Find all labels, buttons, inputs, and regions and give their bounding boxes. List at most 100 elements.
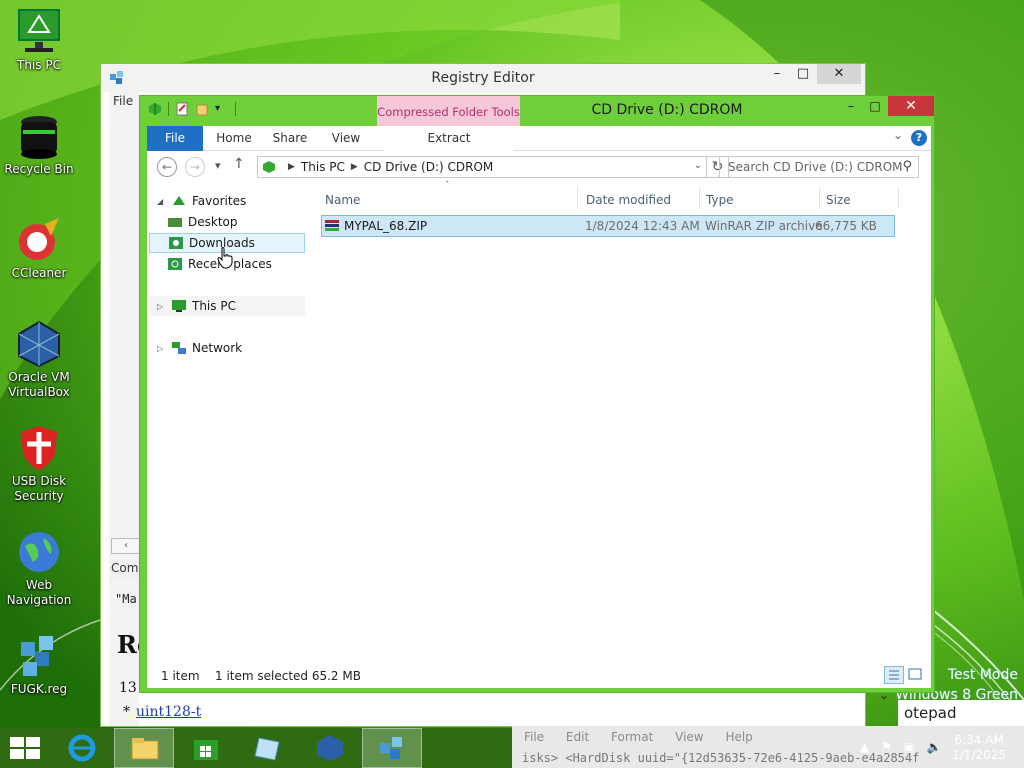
registry-editor-titlebar[interactable]: Registry Editor – □ ✕ <box>101 64 865 92</box>
breadcrumb-separator-icon[interactable]: ▶ <box>351 162 358 172</box>
up-arrow-icon[interactable]: ↑ <box>233 156 245 172</box>
registry-file-icon <box>15 632 63 680</box>
file-name: MYPAL_68.ZIP <box>344 219 428 233</box>
drive-icon <box>262 160 276 174</box>
nav-favorites[interactable]: ◢ Favorites <box>149 191 305 211</box>
nav-network[interactable]: ▷ Network <box>149 338 305 358</box>
recent-places-icon <box>167 256 183 272</box>
search-input[interactable]: Search CD Drive (D:) CDROM ⚲ <box>719 156 919 178</box>
windows-logo-icon <box>10 737 40 759</box>
desktop-icon-virtualbox[interactable]: Oracle VM VirtualBox <box>0 320 81 400</box>
notepad-menu-help[interactable]: Help <box>725 730 752 744</box>
taskbar-store[interactable] <box>176 728 236 768</box>
column-type[interactable]: Type <box>706 185 734 211</box>
notepad-menu-file[interactable]: File <box>524 730 544 744</box>
tab-file[interactable]: File <box>147 126 203 151</box>
column-divider[interactable] <box>699 187 700 209</box>
tab-home[interactable]: Home <box>209 126 259 151</box>
expand-arrow-icon[interactable]: ▷ <box>157 344 167 353</box>
properties-icon[interactable] <box>175 102 189 116</box>
flag-icon[interactable]: ⚑ <box>881 740 896 754</box>
column-divider[interactable] <box>898 187 899 209</box>
chevron-down-icon[interactable]: ⌄ <box>893 128 903 142</box>
zip-archive-icon <box>324 218 340 234</box>
taskbar-internet-explorer[interactable] <box>52 728 112 768</box>
system-tray: ▲ ⚑ ▣ 🔈 6:34 AM 1/1/2025 <box>860 728 1024 768</box>
close-button[interactable]: ✕ <box>817 64 861 84</box>
maximize-button[interactable]: □ <box>789 64 817 84</box>
desktop-icon-this-pc[interactable]: This PC <box>0 8 81 73</box>
taskbar-virtualbox[interactable] <box>300 728 360 768</box>
breadcrumb-separator-icon[interactable]: ▶ <box>288 162 295 172</box>
search-icon[interactable]: ⚲ <box>902 159 912 174</box>
tab-share[interactable]: Share <box>265 126 315 151</box>
large-icons-view-icon[interactable] <box>906 666 926 684</box>
new-folder-icon[interactable] <box>195 102 209 116</box>
notepad-menu-format[interactable]: Format <box>611 730 653 744</box>
customize-qat-icon[interactable]: ▾ <box>215 102 229 116</box>
item-count: 1 item <box>161 669 200 683</box>
file-row[interactable]: MYPAL_68.ZIP 1/8/2024 12:43 AM WinRAR ZI… <box>321 215 895 237</box>
collapse-arrow-icon[interactable]: ◢ <box>157 197 167 206</box>
nav-desktop[interactable]: Desktop <box>149 212 305 232</box>
recycle-bin-icon <box>15 112 63 160</box>
minimize-button[interactable]: – <box>763 64 791 84</box>
desktop-icon-fugk-reg[interactable]: FUGK.reg <box>0 632 81 697</box>
scroll-left-button[interactable]: ‹ <box>111 538 141 554</box>
column-divider[interactable] <box>819 187 820 209</box>
help-icon[interactable]: ? <box>911 130 927 146</box>
recent-locations-icon[interactable]: ▾ <box>215 159 221 172</box>
show-hidden-icons-icon[interactable]: ▲ <box>860 740 873 754</box>
background-text: "Ma <box>115 592 137 606</box>
column-date-modified[interactable]: Date modified <box>586 185 671 211</box>
start-button[interactable] <box>0 728 52 768</box>
file-size: 66,775 KB <box>815 219 877 233</box>
notepad-title[interactable]: otepad <box>898 700 1024 726</box>
desktop-icon-web-navigation[interactable]: Web Navigation <box>0 528 81 608</box>
nav-this-pc[interactable]: ▷ This PC <box>149 296 305 316</box>
store-icon <box>191 734 221 762</box>
breadcrumb-this-pc[interactable]: This PC <box>301 160 345 174</box>
volume-icon[interactable]: 🔈 <box>927 740 946 754</box>
column-name[interactable]: Name <box>325 185 360 211</box>
address-bar[interactable]: ▶ This PC ▶ CD Drive (D:) CDROM ⌄ <box>257 156 707 178</box>
column-size[interactable]: Size <box>826 185 851 211</box>
network-status-icon[interactable]: ▣ <box>904 740 919 754</box>
notepad-menu-view[interactable]: View <box>675 730 703 744</box>
file-explorer-window[interactable]: ▾ Compressed Folder Tools CD Drive (D:) … <box>139 95 935 693</box>
desktop-icon-usb-disk-security[interactable]: USB Disk Security <box>0 424 81 504</box>
taskbar-file-explorer[interactable] <box>114 728 174 768</box>
details-view-icon[interactable] <box>884 666 904 684</box>
maximize-button[interactable]: □ <box>862 96 888 116</box>
minimize-button[interactable]: – <box>838 96 864 116</box>
explorer-content: ← → ▾ ↑ ▶ This PC ▶ CD Drive (D:) CDROM … <box>147 151 931 688</box>
forward-arrow-icon[interactable]: → <box>185 157 205 177</box>
background-link[interactable]: uint128-t <box>136 704 201 720</box>
expand-arrow-icon[interactable]: ▷ <box>157 302 167 311</box>
monitor-icon <box>15 8 63 56</box>
compressed-folder-tools-tab[interactable]: Compressed Folder Tools <box>377 96 520 126</box>
desktop-icon-recycle-bin[interactable]: Recycle Bin <box>0 112 81 177</box>
notepad-icon <box>253 734 283 762</box>
desktop-icon-ccleaner[interactable]: CCleaner <box>0 216 81 281</box>
breadcrumb-cd-drive[interactable]: CD Drive (D:) CDROM <box>364 160 493 174</box>
navigation-bar: ← → ▾ ↑ ▶ This PC ▶ CD Drive (D:) CDROM … <box>147 151 931 185</box>
explorer-title: CD Drive (D:) CDROM <box>591 102 743 118</box>
column-divider[interactable] <box>577 187 578 209</box>
virtualbox-icon <box>315 734 345 762</box>
taskbar-notepad[interactable] <box>238 728 298 768</box>
notepad-menu-edit[interactable]: Edit <box>566 730 589 744</box>
back-arrow-icon[interactable]: ← <box>157 157 177 177</box>
close-button[interactable]: ✕ <box>888 96 934 116</box>
taskbar-registry-editor[interactable] <box>362 728 422 768</box>
menu-file[interactable]: File <box>113 94 133 108</box>
chevron-down-icon[interactable]: ⌄ <box>694 160 702 171</box>
tab-extract[interactable]: Extract <box>384 126 514 151</box>
favorites-star-icon <box>171 193 187 209</box>
status-bar: 1 item 1 item selected 65.2 MB <box>147 664 931 688</box>
explorer-titlebar[interactable]: ▾ Compressed Folder Tools CD Drive (D:) … <box>140 96 934 126</box>
clock[interactable]: 6:34 AM 1/1/2025 <box>952 733 1006 763</box>
tray-icons: ▲ ⚑ ▣ 🔈 <box>860 740 946 754</box>
taskbar <box>0 728 512 768</box>
tab-view[interactable]: View <box>321 126 371 151</box>
